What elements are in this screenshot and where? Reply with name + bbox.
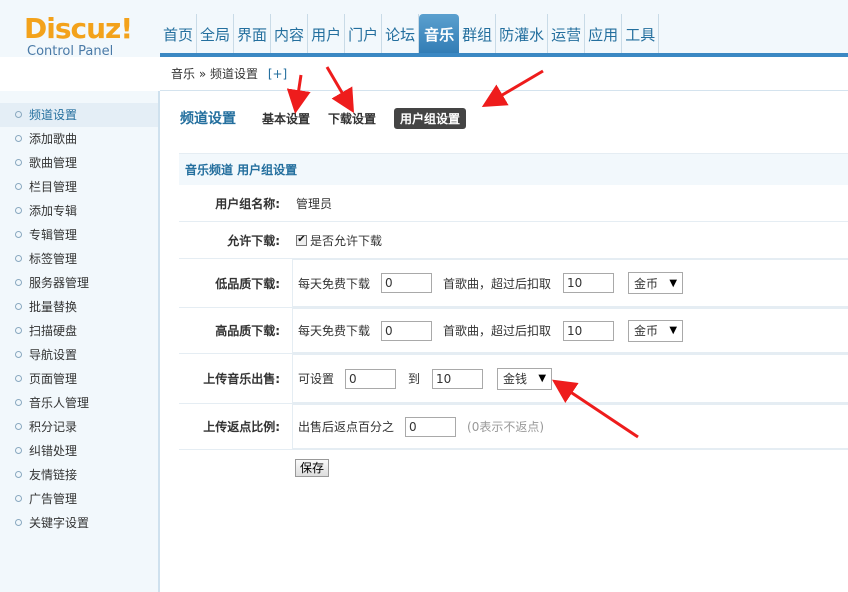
sidebar-item-server-manage[interactable]: 服务器管理 bbox=[0, 271, 158, 295]
row-low-quality-download: 低品质下载: 每天免费下载 首歌曲，超过后扣取 金币 ▼ bbox=[179, 259, 848, 308]
tab-basic-settings[interactable]: 基本设置 bbox=[262, 110, 310, 127]
logo-bang: ! bbox=[120, 12, 133, 45]
high-quality-middle-text: 首歌曲，超过后扣取 bbox=[443, 324, 552, 338]
sidebar-item-song-manage[interactable]: 歌曲管理 bbox=[0, 151, 158, 175]
nav-item-portal[interactable]: 门户 bbox=[345, 14, 383, 56]
sidebar-item-friend-links[interactable]: 友情链接 bbox=[0, 463, 158, 487]
high-quality-currency-select[interactable]: 金币 ▼ bbox=[628, 319, 684, 342]
dropdown-arrow-icon: ▼ bbox=[669, 277, 678, 289]
row-upload-sale: 上传音乐出售: 可设置 到 金钱 ▼ bbox=[179, 354, 848, 404]
nav-item-groups[interactable]: 群组 bbox=[459, 14, 497, 56]
allow-download-checkbox-label: 是否允许下载 bbox=[310, 233, 383, 248]
high-quality-cost-input[interactable] bbox=[563, 320, 615, 341]
upload-sale-currency-select[interactable]: 金钱 ▼ bbox=[497, 367, 553, 390]
nav-item-apps[interactable]: 应用 bbox=[585, 14, 623, 56]
nav-item-home[interactable]: 首页 bbox=[160, 14, 198, 56]
sidebar-item-tag-manage[interactable]: 标签管理 bbox=[0, 247, 158, 271]
main-content: 频道设置 基本设置 下载设置 用户组设置 音乐频道 用户组设置 用户组名称: 管… bbox=[162, 92, 848, 592]
row-allow-download: 允许下载: ✔ 是否允许下载 bbox=[179, 222, 848, 259]
sidebar-item-page-manage[interactable]: 页面管理 bbox=[0, 367, 158, 391]
sidebar-item-nav-settings[interactable]: 导航设置 bbox=[0, 343, 158, 367]
upload-sale-label: 上传音乐出售: bbox=[203, 372, 280, 386]
sidebar: 频道设置 添加歌曲 歌曲管理 栏目管理 添加专辑 专辑管理 标签管理 服务器管理… bbox=[0, 91, 160, 592]
sidebar-item-keyword-settings[interactable]: 关键字设置 bbox=[0, 511, 158, 535]
sidebar-item-scan-disk[interactable]: 扫描硬盘 bbox=[0, 319, 158, 343]
row-upload-rebate: 上传返点比例: 出售后返点百分之 (0表示不返点) bbox=[179, 404, 848, 450]
breadcrumb: 音乐 » 频道设置 [+] bbox=[160, 57, 848, 91]
group-name-label: 用户组名称: bbox=[215, 196, 280, 211]
breadcrumb-path: 音乐 » 频道设置 bbox=[171, 67, 258, 81]
nav-item-global[interactable]: 全局 bbox=[197, 14, 235, 56]
dropdown-arrow-icon: ▼ bbox=[669, 325, 678, 336]
sidebar-item-error-handling[interactable]: 纠错处理 bbox=[0, 439, 158, 463]
sidebar-item-points-log[interactable]: 积分记录 bbox=[0, 415, 158, 439]
top-nav: 首页 全局 界面 内容 用户 门户 论坛 音乐 群组 防灌水 运营 应用 工具 bbox=[160, 14, 660, 56]
row-high-quality-download: 高品质下载: 每天免费下载 首歌曲，超过后扣取 金币 ▼ bbox=[179, 308, 848, 354]
low-quality-label: 低品质下载: bbox=[215, 276, 280, 291]
discuz-logo: Discuz! Control Panel bbox=[24, 14, 144, 64]
breadcrumb-add-shortcut[interactable]: [+] bbox=[268, 67, 287, 81]
sidebar-item-add-album[interactable]: 添加专辑 bbox=[0, 199, 158, 223]
low-quality-currency-value: 金币 bbox=[634, 276, 659, 291]
sidebar-item-album-manage[interactable]: 专辑管理 bbox=[0, 223, 158, 247]
sidebar-item-batch-replace[interactable]: 批量替换 bbox=[0, 295, 158, 319]
nav-item-forum[interactable]: 论坛 bbox=[382, 14, 420, 56]
row-group-name: 用户组名称: 管理员 bbox=[179, 185, 848, 222]
allow-download-checkbox[interactable]: ✔ bbox=[296, 234, 307, 246]
dropdown-arrow-icon: ▼ bbox=[538, 373, 547, 384]
logo-text: Discuz bbox=[24, 12, 121, 45]
header: Discuz! Control Panel 首页 全局 界面 内容 用户 门户 … bbox=[0, 0, 848, 59]
tab-download-settings[interactable]: 下载设置 bbox=[328, 110, 376, 127]
upload-sale-to-text: 到 bbox=[408, 372, 421, 386]
tab-usergroup-settings[interactable]: 用户组设置 bbox=[394, 107, 467, 129]
high-quality-free-count-input[interactable] bbox=[381, 320, 433, 341]
sidebar-item-add-song[interactable]: 添加歌曲 bbox=[0, 127, 158, 151]
nav-item-interface[interactable]: 界面 bbox=[234, 14, 272, 56]
upload-rebate-input[interactable] bbox=[405, 416, 457, 437]
low-quality-cost-input[interactable] bbox=[563, 273, 615, 293]
upload-sale-max-input[interactable] bbox=[432, 368, 484, 389]
low-quality-prefix: 每天免费下载 bbox=[298, 276, 371, 291]
upload-rebate-hint: (0表示不返点) bbox=[467, 420, 545, 434]
upload-sale-prefix: 可设置 bbox=[298, 372, 335, 386]
high-quality-label: 高品质下载: bbox=[215, 324, 280, 338]
allow-download-label: 允许下载: bbox=[227, 233, 280, 248]
upload-sale-currency-value: 金钱 bbox=[503, 372, 528, 386]
save-button[interactable]: 保存 bbox=[295, 459, 330, 477]
high-quality-currency-value: 金币 bbox=[634, 324, 659, 338]
section-title: 音乐频道 用户组设置 bbox=[179, 153, 848, 185]
group-name-value: 管理员 bbox=[284, 185, 848, 221]
nav-item-tools[interactable]: 工具 bbox=[622, 14, 660, 56]
sidebar-item-column-manage[interactable]: 栏目管理 bbox=[0, 175, 158, 199]
upload-rebate-label: 上传返点比例: bbox=[203, 420, 280, 434]
upload-sale-min-input[interactable] bbox=[345, 368, 397, 389]
nav-item-antispam[interactable]: 防灌水 bbox=[496, 14, 549, 56]
low-quality-currency-select[interactable]: 金币 ▼ bbox=[628, 272, 684, 294]
high-quality-prefix: 每天免费下载 bbox=[298, 324, 371, 338]
logo-subtitle: Control Panel bbox=[27, 44, 114, 59]
nav-item-operations[interactable]: 运营 bbox=[548, 14, 586, 56]
upload-rebate-prefix: 出售后返点百分之 bbox=[298, 420, 395, 434]
nav-item-music[interactable]: 音乐 bbox=[419, 14, 460, 56]
sidebar-item-musician-manage[interactable]: 音乐人管理 bbox=[0, 391, 158, 415]
nav-item-content[interactable]: 内容 bbox=[271, 14, 309, 56]
settings-tabs: 频道设置 基本设置 下载设置 用户组设置 bbox=[180, 106, 484, 130]
low-quality-free-count-input[interactable] bbox=[381, 273, 433, 293]
page-title: 频道设置 bbox=[180, 111, 236, 127]
sidebar-item-channel-settings[interactable]: 频道设置 bbox=[0, 103, 158, 127]
sidebar-item-ad-manage[interactable]: 广告管理 bbox=[0, 487, 158, 511]
nav-item-users[interactable]: 用户 bbox=[308, 14, 346, 56]
low-quality-middle-text: 首歌曲，超过后扣取 bbox=[443, 276, 552, 291]
